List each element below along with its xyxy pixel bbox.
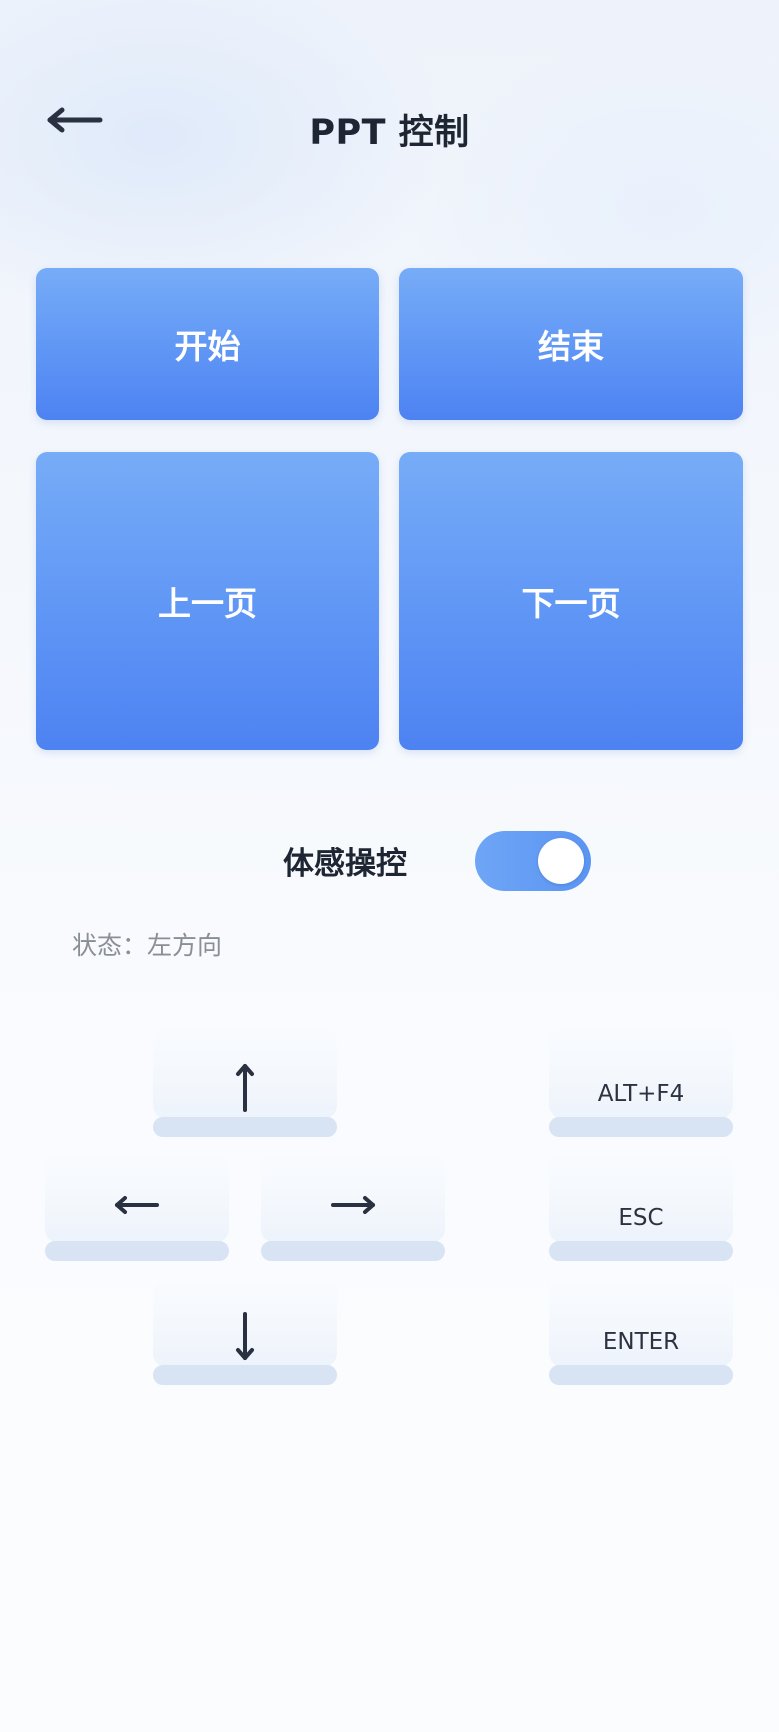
previous-page-button[interactable]: 上一页 [36,452,379,750]
enter-label: ENTER [602,1329,680,1355]
end-button[interactable]: 结束 [399,268,743,420]
toggle-knob [538,838,584,884]
key-base [549,1365,733,1385]
arrow-right-icon [261,1151,445,1243]
key-base [45,1241,229,1261]
key-base [549,1241,733,1261]
esc-label: ESC [618,1205,664,1231]
next-page-button[interactable]: 下一页 [399,452,743,750]
left-arrow-key[interactable] [45,1151,229,1261]
start-button-label: 开始 [174,327,241,366]
esc-key[interactable]: ESC [549,1151,733,1261]
alt-f4-key[interactable]: ALT+F4 [549,1027,733,1137]
key-base [153,1365,337,1385]
previous-page-label: 上一页 [158,584,257,623]
key-base [261,1241,445,1261]
next-page-label: 下一页 [521,584,621,623]
right-arrow-key[interactable] [261,1151,445,1261]
start-button[interactable]: 开始 [36,268,379,420]
motion-control-toggle[interactable] [475,831,591,891]
arrow-up-icon [153,1027,337,1119]
page-title: PPT 控制 [309,113,470,153]
down-arrow-key[interactable] [153,1275,337,1385]
key-base [153,1117,337,1137]
enter-key[interactable]: ENTER [549,1275,733,1385]
arrow-left-icon [45,1151,229,1243]
up-arrow-key[interactable] [153,1027,337,1137]
end-button-label: 结束 [538,327,604,366]
motion-control-label: 体感操控 [283,846,407,882]
arrow-down-icon [153,1275,337,1367]
status-text: 状态：左方向 [72,931,223,960]
key-base [549,1117,733,1137]
alt-f4-label: ALT+F4 [597,1081,685,1107]
